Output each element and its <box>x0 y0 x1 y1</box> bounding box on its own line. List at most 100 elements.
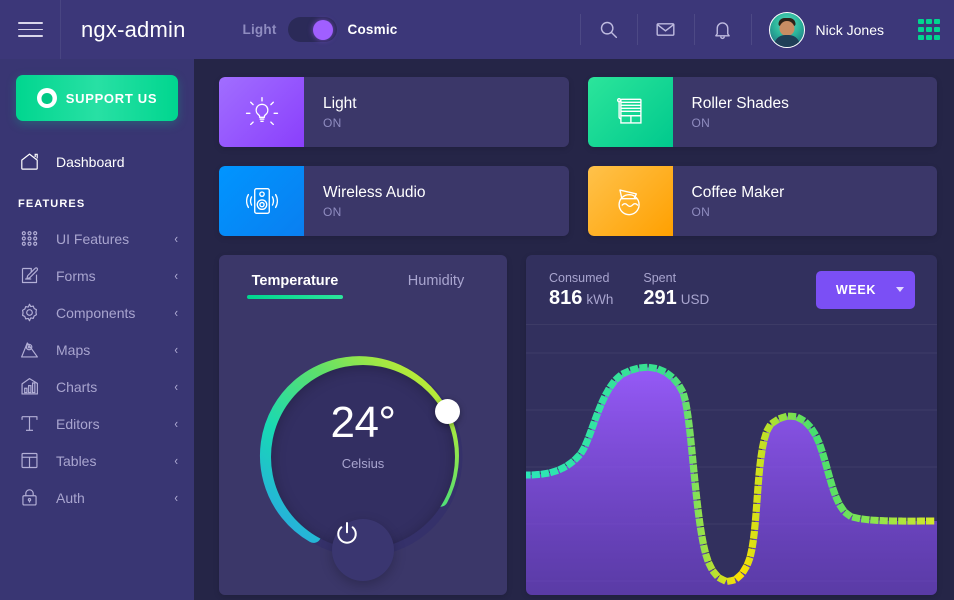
device-meta: Light ON <box>304 77 357 147</box>
avatar <box>768 11 805 48</box>
hamburger-bar <box>17 35 43 38</box>
chevron-left-icon[interactable]: ‹ <box>174 491 178 504</box>
search-icon[interactable] <box>579 0 637 59</box>
light-bulb-icon <box>219 77 304 147</box>
lower-row: Temperature Humidity 24° Celsius Consume… <box>219 255 937 595</box>
sidebar-item-label: Tables <box>56 452 97 469</box>
chart-area-fill <box>526 367 937 595</box>
device-status: ON <box>691 204 711 219</box>
lock-icon <box>18 487 40 509</box>
device-name: Coffee Maker <box>691 184 785 202</box>
chevron-left-icon[interactable]: ‹ <box>174 454 178 467</box>
stat-consumed: Consumed 816 kWh <box>549 271 613 308</box>
theme-toggle[interactable] <box>287 17 337 42</box>
power-button[interactable] <box>332 519 394 581</box>
tab-humidity[interactable]: Humidity <box>371 273 501 305</box>
chevron-left-icon[interactable]: ‹ <box>174 232 178 245</box>
device-column-right: Roller Shades ON Coffee Maker ON <box>587 77 937 236</box>
gear-icon <box>18 302 40 324</box>
device-name: Light <box>323 95 357 113</box>
sidebar-item-label: Auth <box>56 489 85 506</box>
form-edit-icon <box>18 265 40 287</box>
brand-title[interactable]: ngx-admin <box>61 17 186 43</box>
period-select-button[interactable]: WEEK <box>816 270 915 309</box>
main-content: Light ON Wireless Audio ON Roller Shades… <box>194 59 954 600</box>
gauge-handle[interactable] <box>435 399 460 424</box>
stat-number: 291 <box>643 287 677 309</box>
stat-unit: USD <box>680 292 710 307</box>
electricity-chart <box>526 325 937 595</box>
device-card-wireless-audio[interactable]: Wireless Audio ON <box>219 166 569 236</box>
header-left: ngx-admin Light Cosmic <box>0 0 398 59</box>
github-icon <box>36 88 57 108</box>
theme-toggle-knob <box>312 19 333 40</box>
stat-unit: kWh <box>586 292 614 307</box>
chevron-left-icon[interactable]: ‹ <box>174 269 178 282</box>
device-card-roller-shades[interactable]: Roller Shades ON <box>587 77 937 147</box>
stat-number: 816 <box>549 287 583 309</box>
period-label: WEEK <box>835 282 877 297</box>
sidebar-item-editors[interactable]: Editors ‹ <box>0 405 194 442</box>
sidebar-item-ui-features[interactable]: UI Features ‹ <box>0 220 194 257</box>
avatar-face <box>779 20 795 36</box>
grid-icon[interactable] <box>918 18 940 41</box>
sidebar-item-components[interactable]: Components ‹ <box>0 294 194 331</box>
electricity-header: Consumed 816 kWh Spent 291 USD WEEK <box>526 255 937 325</box>
temperature-tabs: Temperature Humidity <box>219 255 507 305</box>
stat-value: 816 kWh <box>549 288 613 308</box>
bar-chart-icon <box>18 376 40 398</box>
device-status: ON <box>323 115 342 130</box>
sidebar-feature-list: UI Features ‹ Forms ‹ Components ‹ Maps … <box>0 220 194 516</box>
theme-label-light[interactable]: Light <box>243 22 277 37</box>
home-icon <box>18 151 40 173</box>
sidebar-item-maps[interactable]: Maps ‹ <box>0 331 194 368</box>
sidebar-item-label: Editors <box>56 415 100 432</box>
support-us-button[interactable]: SUPPORT US <box>16 75 178 121</box>
sidebar-item-charts[interactable]: Charts ‹ <box>0 368 194 405</box>
device-meta: Roller Shades ON <box>673 77 789 147</box>
chevron-left-icon[interactable]: ‹ <box>174 343 178 356</box>
chevron-left-icon[interactable]: ‹ <box>174 380 178 393</box>
support-section: SUPPORT US <box>0 59 194 121</box>
tab-temperature[interactable]: Temperature <box>219 273 371 305</box>
dashboard-app: ngx-admin Light Cosmic Nick Jones SUPPOR… <box>0 0 954 600</box>
header-right: Nick Jones <box>579 0 954 59</box>
chevron-left-icon[interactable]: ‹ <box>174 306 178 319</box>
theme-switcher[interactable]: Light Cosmic <box>243 17 398 42</box>
stat-value: 291 USD <box>643 288 709 308</box>
coffee-pot-icon <box>587 166 673 236</box>
sidebar-item-auth[interactable]: Auth ‹ <box>0 479 194 516</box>
device-meta: Wireless Audio ON <box>304 166 426 236</box>
user-menu[interactable]: Nick Jones <box>750 0 902 59</box>
roller-shades-icon <box>587 77 673 147</box>
bell-icon[interactable] <box>693 0 751 59</box>
sidebar-item-dashboard[interactable]: Dashboard <box>0 143 194 180</box>
text-editor-icon <box>18 413 40 435</box>
hamburger-bar <box>17 21 43 24</box>
chevron-down-icon[interactable] <box>896 287 904 292</box>
speaker-icon <box>219 166 304 236</box>
device-status: ON <box>323 204 342 219</box>
device-meta: Coffee Maker ON <box>673 166 785 236</box>
device-status: ON <box>691 115 711 130</box>
sidebar-item-label: Components <box>56 304 136 321</box>
sidebar-nav: Dashboard FEATURES UI Features ‹ Forms ‹… <box>0 143 194 516</box>
sidebar-item-tables[interactable]: Tables ‹ <box>0 442 194 479</box>
power-icon <box>337 522 357 544</box>
theme-label-cosmic[interactable]: Cosmic <box>348 22 398 37</box>
email-icon[interactable] <box>636 0 694 59</box>
app-header: ngx-admin Light Cosmic Nick Jones <box>0 0 954 59</box>
stat-spent: Spent 291 USD <box>643 271 709 308</box>
map-pin-icon <box>18 339 40 361</box>
device-card-coffee-maker[interactable]: Coffee Maker ON <box>587 166 937 236</box>
support-us-label: SUPPORT US <box>65 90 158 106</box>
device-name: Wireless Audio <box>323 184 426 202</box>
temperature-gauge[interactable]: 24° Celsius <box>257 351 469 581</box>
sidebar-item-forms[interactable]: Forms ‹ <box>0 257 194 294</box>
avatar-body <box>773 34 800 47</box>
chevron-left-icon[interactable]: ‹ <box>174 417 178 430</box>
hamburger-icon[interactable] <box>0 0 60 59</box>
device-card-light[interactable]: Light ON <box>219 77 569 147</box>
device-cards-row: Light ON Wireless Audio ON Roller Shades… <box>219 77 937 236</box>
sidebar: SUPPORT US Dashboard FEATURES UI Feature… <box>0 59 194 600</box>
